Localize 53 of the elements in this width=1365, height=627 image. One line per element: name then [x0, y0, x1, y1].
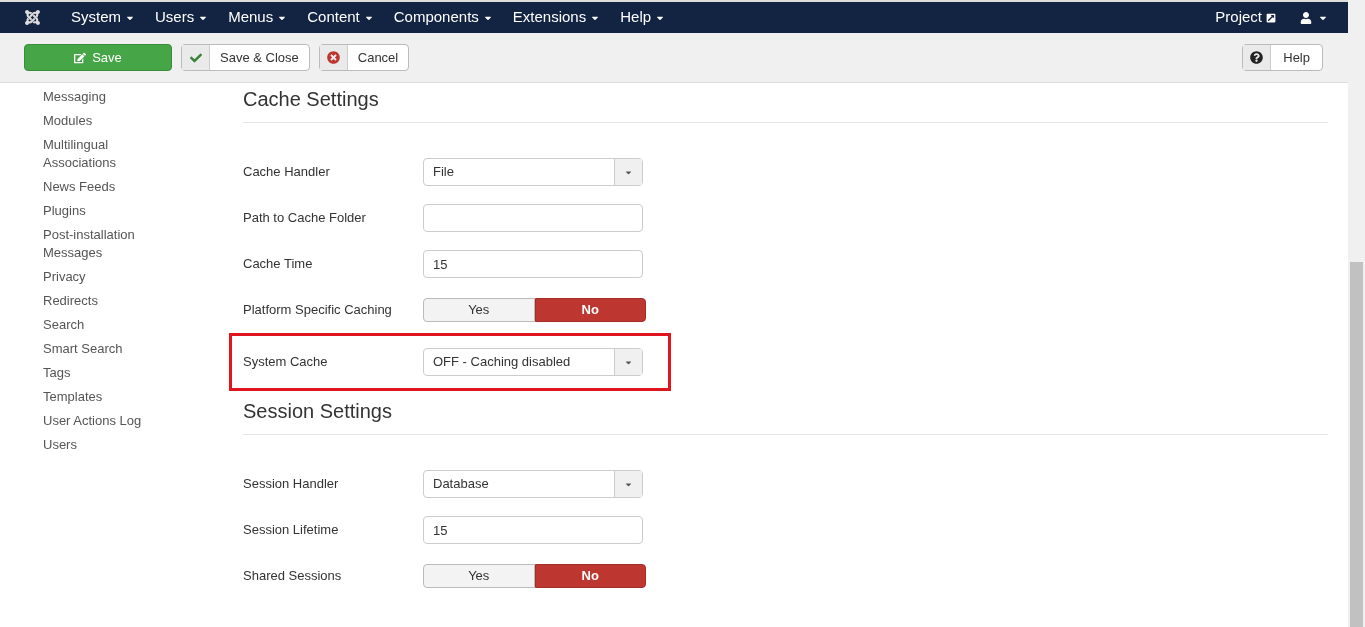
nav-menu[interactable]: Components	[383, 6, 503, 29]
sidebar-link[interactable]: Smart Search	[43, 337, 173, 361]
field-label: Session Lifetime	[243, 521, 340, 540]
sidebar-link[interactable]: Multilingual Associations	[43, 133, 173, 175]
input-field[interactable]	[423, 204, 643, 232]
sidebar-link[interactable]: Modules	[43, 109, 173, 133]
check-icon	[189, 51, 202, 64]
field-label: Path to Cache Folder	[243, 209, 367, 228]
toggle-option[interactable]: Yes	[423, 564, 535, 588]
external-link-icon	[1266, 12, 1276, 23]
nav-menu[interactable]: System	[61, 6, 145, 29]
nav-menu[interactable]: Menus	[218, 6, 298, 29]
sidebar-link[interactable]: Messaging	[43, 85, 173, 109]
select-field[interactable]: File	[423, 158, 643, 186]
field-label: Cache Time	[243, 255, 314, 274]
sidebar-link[interactable]: Search	[43, 313, 173, 337]
toggle-option[interactable]: Yes	[423, 298, 535, 322]
user-menu[interactable]	[1300, 11, 1328, 24]
help-button[interactable]: Help	[1242, 44, 1323, 71]
sidebar-link[interactable]: News Feeds	[43, 175, 173, 199]
field-label: Session Handler	[243, 475, 340, 494]
sidebar-link[interactable]: Templates	[43, 385, 173, 409]
toolbar-button[interactable]: Cancel	[318, 44, 410, 71]
sidebar-link[interactable]: User Actions Log	[43, 409, 173, 433]
help-icon	[1250, 51, 1264, 64]
nav-menu[interactable]: Help	[610, 6, 676, 29]
select-field[interactable]: OFF - Caching disabled	[423, 348, 643, 376]
nav-menu[interactable]: Extensions	[502, 6, 611, 29]
logo-icon	[24, 9, 41, 26]
input-field[interactable]: 15	[423, 516, 643, 544]
toggle-option[interactable]: No	[534, 564, 646, 588]
sidebar-link[interactable]: Tags	[43, 361, 173, 385]
close-icon	[326, 51, 340, 64]
sidebar-link[interactable]: Users	[43, 433, 173, 457]
sidebar-link[interactable]: Privacy	[43, 265, 173, 289]
field-label: Shared Sessions	[243, 567, 343, 586]
nav-menu[interactable]: Users	[145, 6, 219, 29]
field-label: Platform Specific Caching	[243, 301, 393, 320]
project-link[interactable]: Project	[1215, 6, 1276, 29]
select-field[interactable]: Database	[423, 470, 643, 498]
sidebar-link[interactable]: Plugins	[43, 199, 173, 223]
sidebar-link[interactable]: Redirects	[43, 289, 173, 313]
sidebar-link[interactable]: Post-installation Messages	[43, 223, 173, 265]
user-icon	[1300, 11, 1312, 24]
toolbar-button[interactable]: Save & Close	[181, 44, 310, 71]
nav-menu[interactable]: Content	[297, 6, 384, 29]
field-label: System Cache	[243, 353, 329, 372]
edit-icon	[74, 51, 87, 64]
section-title: Cache Settings	[243, 83, 1328, 123]
field-label: Cache Handler	[243, 163, 331, 182]
toggle-option[interactable]: No	[534, 298, 646, 322]
section-title: Session Settings	[243, 395, 1328, 435]
input-field[interactable]: 15	[423, 250, 643, 278]
